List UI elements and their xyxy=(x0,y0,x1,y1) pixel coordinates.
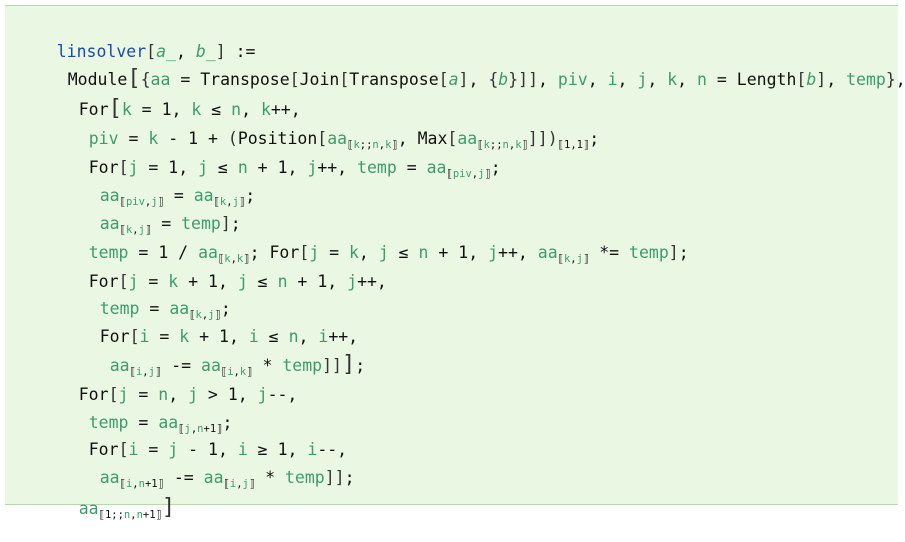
code-line-8: temp = 1 / aa⟦k,k⟧; For[j = k, j ≤ n + 1… xyxy=(88,243,689,265)
code-line-7: aa⟦k,j⟧ = temp]; xyxy=(99,214,241,236)
code-line-6: aa⟦piv,j⟧ = aa⟦k,j⟧; xyxy=(99,186,256,208)
code-line-9: For[j = k + 1, j ≤ n + 1, j++, xyxy=(88,272,387,291)
code-line-4: piv = k - 1 + (Position[aa⟦k;;n,k⟧, Max[… xyxy=(88,129,600,151)
code-line-10: temp = aa⟦k,j⟧; xyxy=(99,299,231,321)
code-line-2: Module[{aa = Transpose[Join[Transpose[a]… xyxy=(67,66,905,91)
code-line-3: For[k = 1, k ≤ n, k++, xyxy=(78,96,301,121)
code-line-17: aa⟦1;;n,n+1⟧] xyxy=(78,495,176,521)
code-line-14: temp = aa⟦j,n+1⟧; xyxy=(88,413,233,435)
code-line-1: linsolver[a_, b_] := xyxy=(56,42,256,61)
code-line-5: For[j = 1, j ≤ n + 1, j++, temp = aa⟦piv… xyxy=(88,158,501,180)
code-line-16: aa⟦i,n+1⟧ -= aa⟦i,j⟧ * temp]]; xyxy=(99,468,355,490)
code-line-15: For[i = j - 1, i ≥ 1, i--, xyxy=(88,440,348,459)
input-cell[interactable]: linsolver[a_, b_] := Module[{aa = Transp… xyxy=(5,5,905,521)
code-line-13: For[j = n, j > 1, j--, xyxy=(78,385,298,404)
code-line-11: For[i = k + 1, i ≤ n, i++, xyxy=(99,327,359,346)
code-line-12: aa⟦i,j⟧ -= aa⟦i,k⟧ * temp]]]; xyxy=(109,352,366,378)
